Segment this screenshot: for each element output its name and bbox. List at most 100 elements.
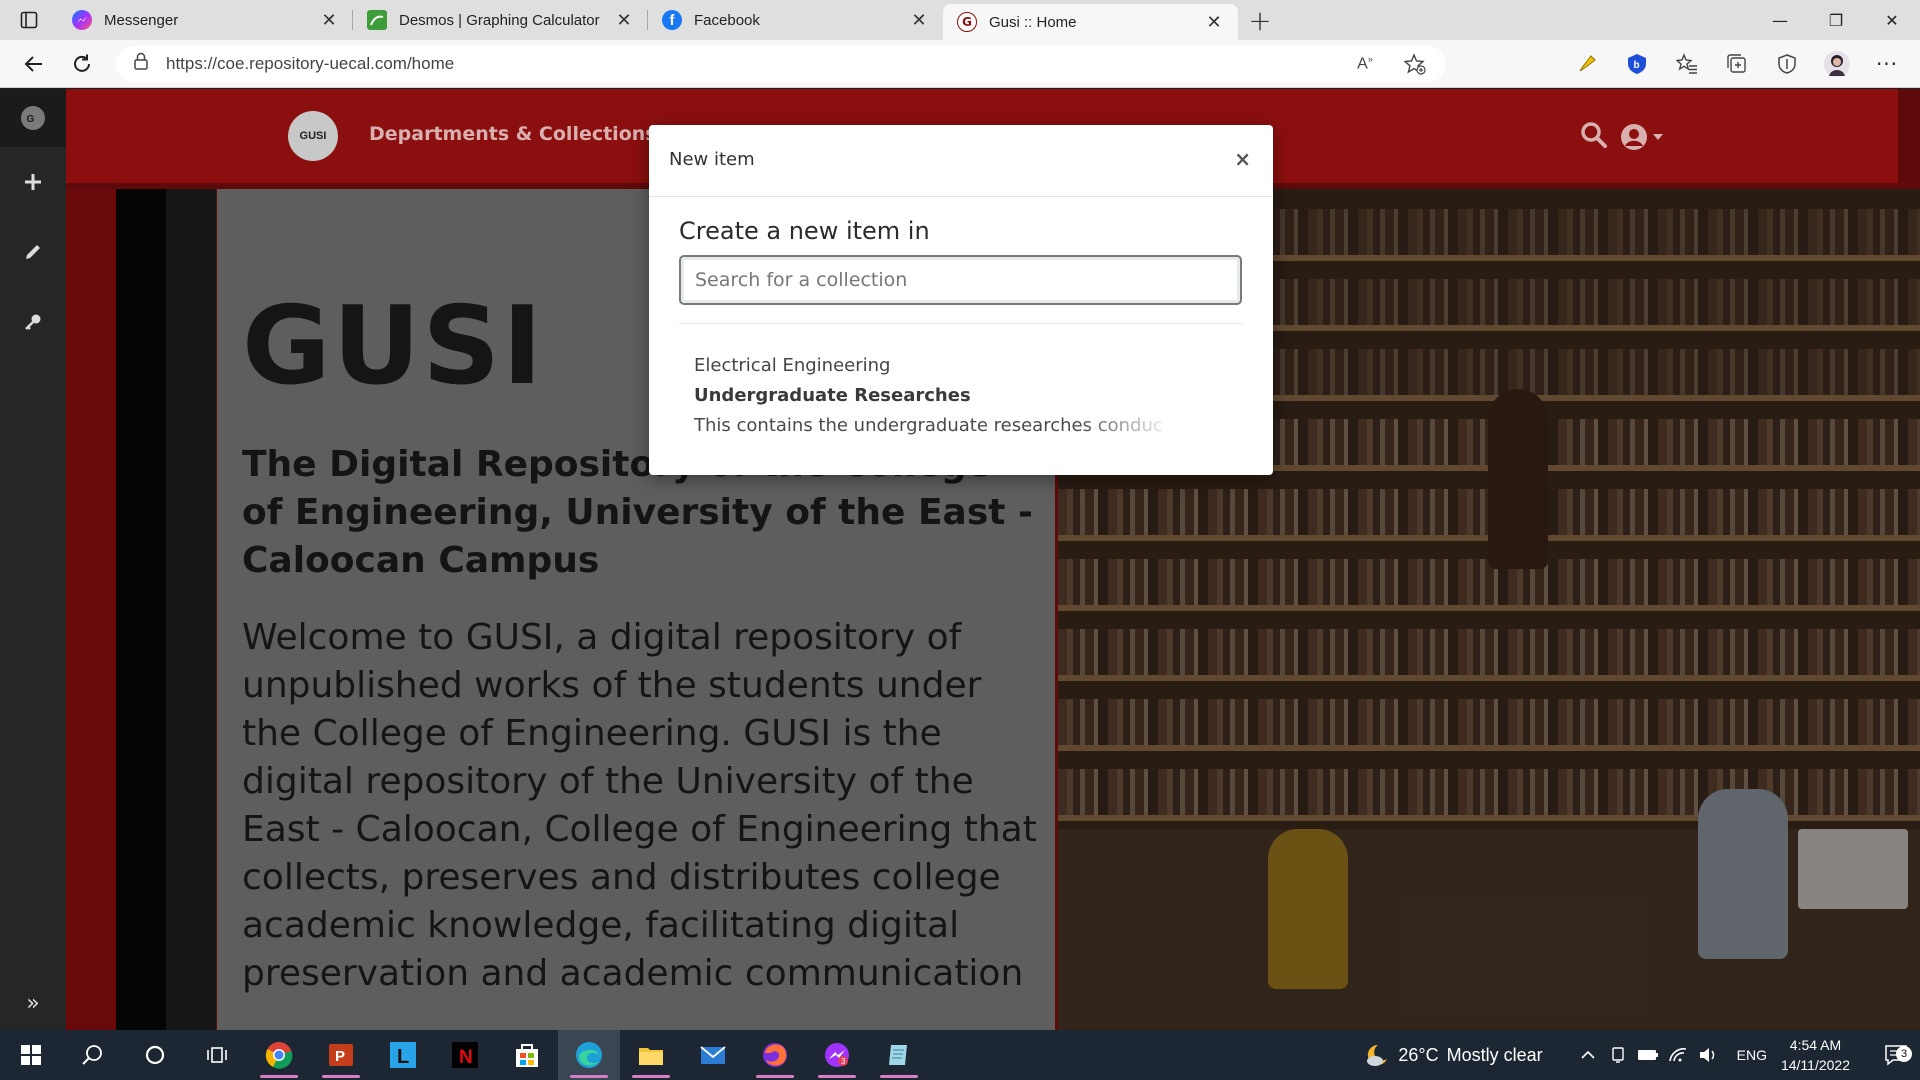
plus-icon xyxy=(25,174,41,190)
highlighter-extension-icon[interactable] xyxy=(1572,49,1602,79)
result-parent-community: Electrical Engineering xyxy=(694,355,891,376)
tab-title: Desmos | Graphing Calculator xyxy=(399,11,600,29)
cortana-button[interactable] xyxy=(124,1030,186,1080)
close-window-button[interactable]: ✕ xyxy=(1864,0,1920,40)
taskbar-firefox[interactable] xyxy=(744,1030,806,1080)
task-view-button[interactable] xyxy=(186,1030,248,1080)
powerpoint-icon: P xyxy=(329,1044,353,1066)
start-button[interactable] xyxy=(0,1030,62,1080)
svg-text:3: 3 xyxy=(841,1057,846,1066)
url-text: https://coe.repository-uecal.com/home xyxy=(166,53,455,73)
minimize-button[interactable]: — xyxy=(1752,0,1808,40)
refresh-button[interactable] xyxy=(62,44,102,84)
tab-desmos[interactable]: Desmos | Graphing Calculator ✕ xyxy=(353,0,648,40)
wifi-icon[interactable] xyxy=(1665,1042,1691,1068)
taskbar-netflix[interactable]: N xyxy=(434,1030,496,1080)
notes-app-icon xyxy=(889,1045,907,1065)
taskbar-chrome[interactable] xyxy=(248,1030,310,1080)
netflix-icon: N xyxy=(452,1042,478,1068)
taskbar-notes-app[interactable] xyxy=(868,1030,930,1080)
sidebar-expand-button[interactable]: » xyxy=(0,991,66,1016)
tab-close-icon[interactable]: ✕ xyxy=(319,10,339,31)
clock-date: 14/11/2022 xyxy=(1780,1057,1850,1073)
tab-gusi-home[interactable]: G Gusi :: Home ✕ xyxy=(943,4,1238,40)
taskbar-microsoft-store[interactable] xyxy=(496,1030,558,1080)
sidebar-edit-button[interactable] xyxy=(0,217,66,287)
result-description: This contains the undergraduate research… xyxy=(694,415,1163,436)
gusi-logo-icon: G xyxy=(21,106,45,130)
svg-text:N: N xyxy=(459,1047,473,1068)
add-favorite-icon[interactable] xyxy=(1400,49,1430,79)
tab-actions-button[interactable] xyxy=(0,0,58,40)
lock-icon xyxy=(134,52,148,75)
new-tab-button[interactable]: + xyxy=(1238,0,1282,40)
extension-b-icon[interactable]: b xyxy=(1622,49,1652,79)
back-button[interactable] xyxy=(14,44,54,84)
tab-close-icon[interactable]: ✕ xyxy=(614,10,634,31)
weather-widget[interactable]: 26°C Mostly clear xyxy=(1364,1042,1543,1068)
double-chevron-right-icon: » xyxy=(26,991,40,1016)
address-bar[interactable]: https://coe.repository-uecal.com/home A» xyxy=(116,45,1446,82)
window-controls: — ❐ ✕ xyxy=(1752,0,1920,40)
show-hidden-icons-chevron-icon[interactable] xyxy=(1575,1042,1601,1068)
modal-close-button[interactable]: × xyxy=(1234,147,1251,171)
tab-close-icon[interactable]: ✕ xyxy=(1204,12,1224,33)
result-collection-name[interactable]: Undergraduate Researches xyxy=(694,385,971,406)
taskbar-search-button[interactable] xyxy=(62,1030,124,1080)
windows-taskbar: P L N 3 26°C Mostly clear ENG 4:54 AM 14… xyxy=(0,1030,1920,1080)
browser-essentials-icon[interactable] xyxy=(1772,49,1802,79)
device-icon[interactable] xyxy=(1605,1042,1631,1068)
gusi-icon: G xyxy=(957,12,977,32)
svg-text:b: b xyxy=(1634,60,1640,71)
mail-icon xyxy=(700,1046,726,1064)
restore-button[interactable]: ❐ xyxy=(1808,0,1864,40)
tab-title: Gusi :: Home xyxy=(989,13,1077,31)
edge-icon xyxy=(576,1042,602,1068)
settings-more-icon[interactable]: ··· xyxy=(1872,49,1902,79)
collections-icon[interactable] xyxy=(1722,49,1752,79)
svg-text:G: G xyxy=(27,114,35,125)
profile-avatar[interactable] xyxy=(1822,49,1852,79)
firefox-icon xyxy=(763,1043,787,1067)
modal-divider xyxy=(679,323,1242,324)
task-view-icon xyxy=(207,1047,227,1063)
read-aloud-icon[interactable]: A» xyxy=(1350,49,1380,79)
taskbar-file-explorer[interactable] xyxy=(620,1030,682,1080)
cms-admin-sidebar: G » xyxy=(0,89,66,1030)
chrome-icon xyxy=(265,1042,293,1069)
tab-actions-icon xyxy=(20,11,38,29)
taskbar-messenger[interactable]: 3 xyxy=(806,1030,868,1080)
taskbar-powerpoint[interactable]: P xyxy=(310,1030,372,1080)
windows-logo-icon xyxy=(21,1045,41,1065)
sidebar-access-control-button[interactable] xyxy=(0,287,66,357)
tab-title: Facebook xyxy=(694,11,760,29)
tab-facebook[interactable]: f Facebook ✕ xyxy=(648,0,943,40)
facebook-icon: f xyxy=(662,10,682,30)
modal-header: New item × xyxy=(649,125,1273,197)
taskbar-mail[interactable] xyxy=(682,1030,744,1080)
gusi-sidebar-logo[interactable]: G xyxy=(0,89,66,147)
tab-messenger[interactable]: Messenger ✕ xyxy=(58,0,353,40)
volume-icon[interactable] xyxy=(1695,1042,1721,1068)
tab-close-icon[interactable]: ✕ xyxy=(909,10,929,31)
browser-toolbar: https://coe.repository-uecal.com/home A»… xyxy=(0,40,1920,88)
collection-search-input[interactable] xyxy=(679,255,1242,305)
battery-icon[interactable] xyxy=(1635,1042,1661,1068)
tab-title: Messenger xyxy=(104,11,179,29)
search-icon xyxy=(82,1045,102,1065)
sidebar-new-button[interactable] xyxy=(0,147,66,217)
notification-center-button[interactable]: 3 xyxy=(1872,1044,1920,1066)
system-tray: 26°C Mostly clear ENG 4:54 AM 14/11/2022… xyxy=(1364,1030,1920,1080)
microsoft-store-icon xyxy=(516,1044,538,1067)
browser-extensions: b ··· xyxy=(1572,49,1902,79)
favorites-icon[interactable] xyxy=(1672,49,1702,79)
taskbar-edge[interactable] xyxy=(558,1030,620,1080)
browser-tab-strip: Messenger ✕ Desmos | Graphing Calculator… xyxy=(0,0,1920,40)
svg-text:L: L xyxy=(397,1046,409,1068)
svg-text:P: P xyxy=(335,1048,345,1065)
folder-icon xyxy=(639,1048,663,1065)
desmos-icon xyxy=(367,10,387,30)
system-clock[interactable]: 4:54 AM 14/11/2022 xyxy=(1781,1035,1850,1075)
taskbar-app-l[interactable]: L xyxy=(372,1030,434,1080)
input-language-indicator[interactable]: ENG xyxy=(1737,1047,1767,1063)
